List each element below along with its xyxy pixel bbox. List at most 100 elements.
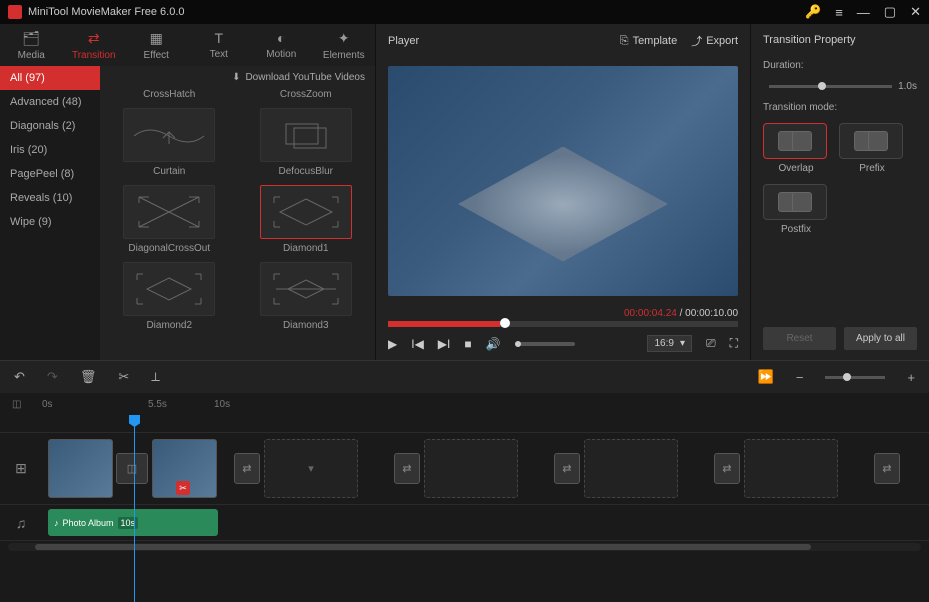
titlebar: MiniTool MovieMaker Free 6.0.0 🔑 ≡ — ▢ ✕ xyxy=(0,0,929,24)
property-panel: Transition Property Duration: 1.0s Trans… xyxy=(751,24,929,360)
transition-grid: CrossHatch CrossZoom Curtain DefocusBlur xyxy=(100,89,375,360)
reset-button[interactable]: Reset xyxy=(763,327,836,350)
video-preview[interactable] xyxy=(388,66,738,296)
mode-overlap[interactable] xyxy=(763,123,827,159)
zoom-slider[interactable] xyxy=(825,376,885,379)
category-pagepeel[interactable]: PagePeel (8) xyxy=(0,162,100,186)
motion-icon: ◐ xyxy=(277,30,285,46)
music-icon: ♪ xyxy=(54,518,59,528)
speed-icon[interactable]: ⏩ xyxy=(758,369,774,385)
player-title: Player xyxy=(388,35,419,47)
category-all[interactable]: All (97) xyxy=(0,66,100,90)
transition-slot[interactable]: ⇄ xyxy=(874,453,900,484)
player-panel: Player ⎘Template ⤴Export 00:00:04.24 / 0… xyxy=(376,24,751,360)
redo-button[interactable]: ↷ xyxy=(47,369,58,385)
empty-clip-slot[interactable] xyxy=(424,439,518,498)
tab-motion[interactable]: ◐Motion xyxy=(250,24,313,66)
volume-slider[interactable] xyxy=(515,342,575,346)
tab-transition[interactable]: ⇄Transition xyxy=(63,24,126,66)
delete-button[interactable]: 🗑 xyxy=(80,369,97,385)
duration-label: Duration: xyxy=(763,60,804,71)
snapshot-button[interactable]: ⎚ xyxy=(706,336,716,351)
thumb-diamond1[interactable]: Diamond1 xyxy=(245,185,368,254)
thumb-curtain[interactable]: Curtain xyxy=(108,108,231,177)
category-wipe[interactable]: Wipe (9) xyxy=(0,210,100,234)
time-total: 00:00:10.00 xyxy=(685,308,738,319)
fullscreen-button[interactable]: ⛶ xyxy=(730,336,738,351)
download-icon: ⬇ xyxy=(232,72,240,83)
category-diagonals[interactable]: Diagonals (2) xyxy=(0,114,100,138)
transition-slot[interactable]: ⇄ xyxy=(714,453,740,484)
category-reveals[interactable]: Reveals (10) xyxy=(0,186,100,210)
apply-all-button[interactable]: Apply to all xyxy=(844,327,917,350)
playhead[interactable] xyxy=(134,415,135,602)
transition-slot[interactable]: ⇄ xyxy=(234,453,260,484)
folder-icon: 🗂 xyxy=(22,30,40,47)
split-indicator: ✂ xyxy=(176,481,190,495)
split-button[interactable]: ✂ xyxy=(118,369,129,385)
thumb-diamond3[interactable]: Diamond3 xyxy=(245,262,368,331)
transition-icon: ⇄ xyxy=(88,30,100,47)
empty-clip-slot[interactable] xyxy=(584,439,678,498)
tab-text[interactable]: TText xyxy=(188,24,251,66)
timeline-ruler[interactable]: ◫ 0s 5.5s 10s xyxy=(0,393,929,415)
template-button[interactable]: ⎘Template xyxy=(620,33,677,49)
stop-button[interactable]: ■ xyxy=(464,337,471,351)
download-link[interactable]: ⬇ Download YouTube Videos xyxy=(100,66,375,89)
property-title: Transition Property xyxy=(763,34,917,46)
fit-icon[interactable]: ◫ xyxy=(12,399,21,410)
app-title: MiniTool MovieMaker Free 6.0.0 xyxy=(28,6,805,18)
crop-button[interactable]: ⟂ xyxy=(151,369,160,385)
transition-slot[interactable]: ⇄ xyxy=(394,453,420,484)
thumb-label: Diamond2 xyxy=(108,320,231,331)
transition-slot[interactable]: ⇄ xyxy=(554,453,580,484)
thumb-defocusblur[interactable]: DefocusBlur xyxy=(245,108,368,177)
thumb-label: Curtain xyxy=(108,166,231,177)
transition-clip[interactable]: ◫ xyxy=(116,453,148,484)
key-icon[interactable]: 🔑 xyxy=(805,4,821,20)
thumb-label: CrossZoom xyxy=(245,89,368,100)
next-frame-button[interactable]: ▶I xyxy=(438,337,451,351)
thumb-label: Diamond1 xyxy=(245,243,368,254)
zoom-out-button[interactable]: − xyxy=(796,370,804,385)
template-icon: ⎘ xyxy=(620,35,629,48)
category-list: All (97) Advanced (48) Diagonals (2) Iri… xyxy=(0,66,100,360)
timeline-panel: ↶ ↷ 🗑 ✂ ⟂ ⏩ − + ◫ 0s 5.5s 10s ⊞ ◫ ⇄ ▾ ⇄ xyxy=(0,360,929,602)
aspect-ratio-select[interactable]: 16:9▾ xyxy=(647,335,692,352)
empty-clip-slot[interactable] xyxy=(744,439,838,498)
minimize-button[interactable]: — xyxy=(857,5,870,20)
tab-media[interactable]: 🗂Media xyxy=(0,24,63,66)
export-icon: ⤴ xyxy=(691,33,702,49)
undo-button[interactable]: ↶ xyxy=(14,369,25,385)
time-current: 00:00:04.24 xyxy=(624,308,677,319)
horizontal-scrollbar[interactable] xyxy=(8,543,921,551)
chevron-down-icon: ▾ xyxy=(680,338,685,349)
mode-prefix[interactable] xyxy=(839,123,903,159)
thumb-diagonalcrossout[interactable]: DiagonalCrossOut xyxy=(108,185,231,254)
volume-icon[interactable]: 🔊 xyxy=(486,337,501,351)
export-button[interactable]: ⤴Export xyxy=(691,33,738,49)
empty-clip-slot[interactable]: ▾ xyxy=(264,439,358,498)
duration-slider[interactable] xyxy=(769,85,892,88)
thumb-diamond2[interactable]: Diamond2 xyxy=(108,262,231,331)
text-icon: T xyxy=(214,30,223,46)
effect-icon: ▦ xyxy=(150,30,163,47)
menu-icon[interactable]: ≡ xyxy=(835,5,843,20)
close-button[interactable]: ✕ xyxy=(910,4,921,20)
play-button[interactable]: ▶ xyxy=(388,337,397,351)
tab-effect[interactable]: ▦Effect xyxy=(125,24,188,66)
thumb-label: Diamond3 xyxy=(245,320,368,331)
category-advanced[interactable]: Advanced (48) xyxy=(0,90,100,114)
audio-clip[interactable]: ♪ Photo Album 10s xyxy=(48,509,218,536)
seek-bar[interactable] xyxy=(388,321,738,327)
category-iris[interactable]: Iris (20) xyxy=(0,138,100,162)
elements-icon: ✦ xyxy=(338,30,350,47)
maximize-button[interactable]: ▢ xyxy=(884,4,896,20)
video-clip-1[interactable] xyxy=(48,439,113,498)
tab-elements[interactable]: ✦Elements xyxy=(313,24,376,66)
mode-postfix[interactable] xyxy=(763,184,827,220)
zoom-in-button[interactable]: + xyxy=(907,370,915,385)
timeline-tracks: ⊞ ◫ ⇄ ▾ ⇄ ⇄ ⇄ ⇄ ✂ ♫ ♪ Pho xyxy=(0,415,929,602)
mode-label: Transition mode: xyxy=(763,102,917,113)
prev-frame-button[interactable]: I◀ xyxy=(411,337,424,351)
